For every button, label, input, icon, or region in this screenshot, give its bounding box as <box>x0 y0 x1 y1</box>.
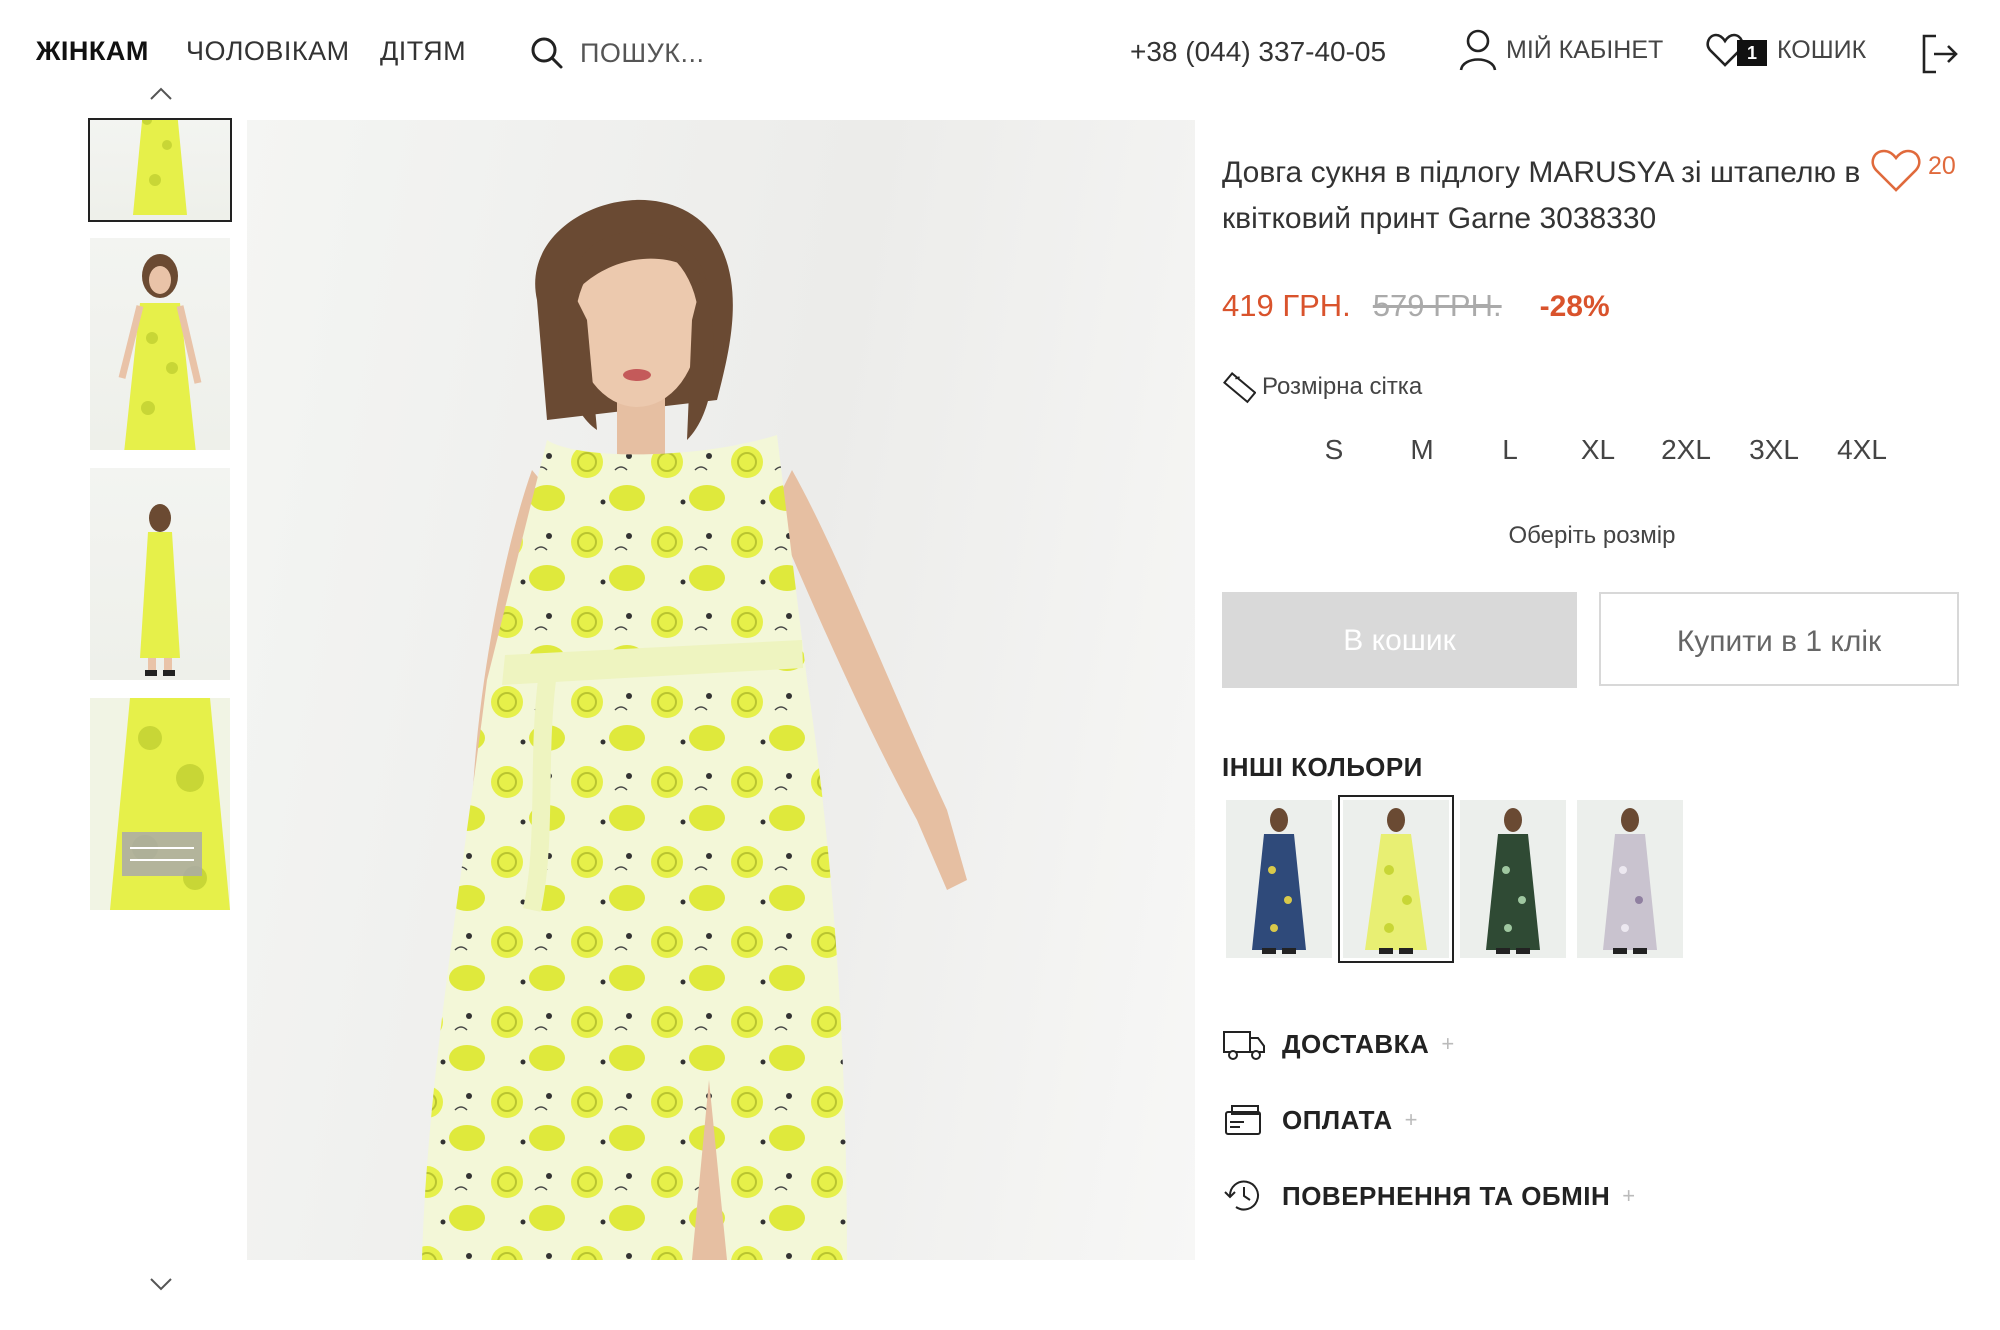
size-chart-label: Розмірна сітка <box>1262 373 1423 400</box>
size-option-l[interactable]: L <box>1466 434 1554 466</box>
gallery-thumb-4[interactable] <box>90 698 230 910</box>
chevron-down-icon[interactable] <box>148 1274 174 1294</box>
phone-number[interactable]: +38 (044) 337-40-05 <box>1130 36 1386 68</box>
size-option-2xl[interactable]: 2XL <box>1642 434 1730 466</box>
swatch-image <box>1486 808 1540 954</box>
search-input[interactable] <box>578 36 802 70</box>
search-bar <box>530 30 802 76</box>
size-selector: S M L XL 2XL 3XL 4XL <box>1290 434 1906 466</box>
cart-link[interactable]: 1 КОШИК <box>1705 28 1866 72</box>
wishlist-button[interactable]: 20 <box>1870 148 1956 194</box>
user-icon <box>1459 29 1497 71</box>
color-swatch-green[interactable] <box>1460 800 1566 958</box>
add-to-cart-button[interactable]: В кошик <box>1222 592 1577 688</box>
accordion-delivery-label: ДОСТАВКА <box>1282 1028 1430 1059</box>
swatch-image <box>1603 808 1657 954</box>
size-chart-link[interactable]: Розмірна сітка <box>1222 370 1422 404</box>
thumb-model-image <box>118 254 202 450</box>
accordion-return-label: ПОВЕРНЕННЯ ТА ОБМІН <box>1282 1180 1611 1211</box>
price-old: 579 ГРН. <box>1372 288 1502 323</box>
main-product-image[interactable] <box>247 120 1195 1260</box>
cart-badge: 1 <box>1705 28 1769 72</box>
plus-icon: + <box>1404 1107 1418 1132</box>
truck-icon <box>1223 1031 1265 1060</box>
thumb-detail-image <box>90 698 230 910</box>
discount-badge: -28% <box>1539 290 1610 323</box>
size-option-4xl[interactable]: 4XL <box>1818 434 1906 466</box>
ruler-icon <box>1223 371 1256 404</box>
model-photo <box>422 199 967 1260</box>
other-colors-heading: ІНШІ КОЛЬОРИ <box>1222 752 1423 782</box>
size-option-3xl[interactable]: 3XL <box>1730 434 1818 466</box>
gallery-thumb-1[interactable] <box>88 118 232 222</box>
cart-count: 1 <box>1737 40 1767 66</box>
heart-icon <box>1871 149 1921 192</box>
thumb-model-image <box>133 120 187 215</box>
accordion-payment-label: ОПЛАТА <box>1282 1104 1393 1135</box>
search-icon[interactable] <box>530 36 564 70</box>
wishlist-count: 20 <box>1928 152 1956 180</box>
plus-icon: + <box>1622 1183 1636 1208</box>
color-swatch-grey[interactable] <box>1577 800 1683 958</box>
color-swatch-blue[interactable] <box>1226 800 1332 958</box>
price-current: 419 ГРН. <box>1222 288 1351 323</box>
thumb-model-image <box>140 504 180 676</box>
size-hint: Оберіть розмір <box>1508 522 1676 549</box>
nav-women[interactable]: ЖІНКАМ <box>36 36 149 67</box>
size-option-s[interactable]: S <box>1290 434 1378 466</box>
swatch-image <box>1252 808 1306 954</box>
logout-icon[interactable] <box>1920 32 1960 76</box>
return-clock-icon <box>1224 1180 1259 1211</box>
product-title: Довга сукня в підлогу MARUSYA зі штапелю… <box>1222 156 1861 235</box>
plus-icon: + <box>1441 1031 1455 1056</box>
accordion-payment[interactable]: ОПЛАТА + <box>1222 1102 1418 1138</box>
buy-one-click-button[interactable]: Купити в 1 клік <box>1599 592 1959 686</box>
account-link[interactable]: МІЙ КАБІНЕТ <box>1458 28 1663 72</box>
site-header: ЖІНКАМ ЧОЛОВІКАМ ДІТЯМ +38 (044) 337-40-… <box>0 0 2000 110</box>
gallery-thumb-2[interactable] <box>90 238 230 450</box>
cart-label: КОШИК <box>1777 35 1867 64</box>
account-label: МІЙ КАБІНЕТ <box>1506 35 1664 64</box>
swatch-image <box>1365 808 1427 954</box>
chevron-up-icon[interactable] <box>148 84 174 104</box>
gallery-thumb-3[interactable] <box>90 468 230 680</box>
wallet-icon <box>1225 1105 1261 1135</box>
price-block: 419 ГРН. 579 ГРН. -28% <box>1222 288 1610 324</box>
size-option-m[interactable]: M <box>1378 434 1466 466</box>
nav-men[interactable]: ЧОЛОВІКАМ <box>186 36 350 67</box>
size-option-xl[interactable]: XL <box>1554 434 1642 466</box>
accordion-return[interactable]: ПОВЕРНЕННЯ ТА ОБМІН + <box>1222 1176 1635 1216</box>
color-swatch-yellow[interactable] <box>1338 795 1454 963</box>
nav-kids[interactable]: ДІТЯМ <box>380 36 466 67</box>
accordion-delivery[interactable]: ДОСТАВКА + <box>1222 1026 1454 1062</box>
